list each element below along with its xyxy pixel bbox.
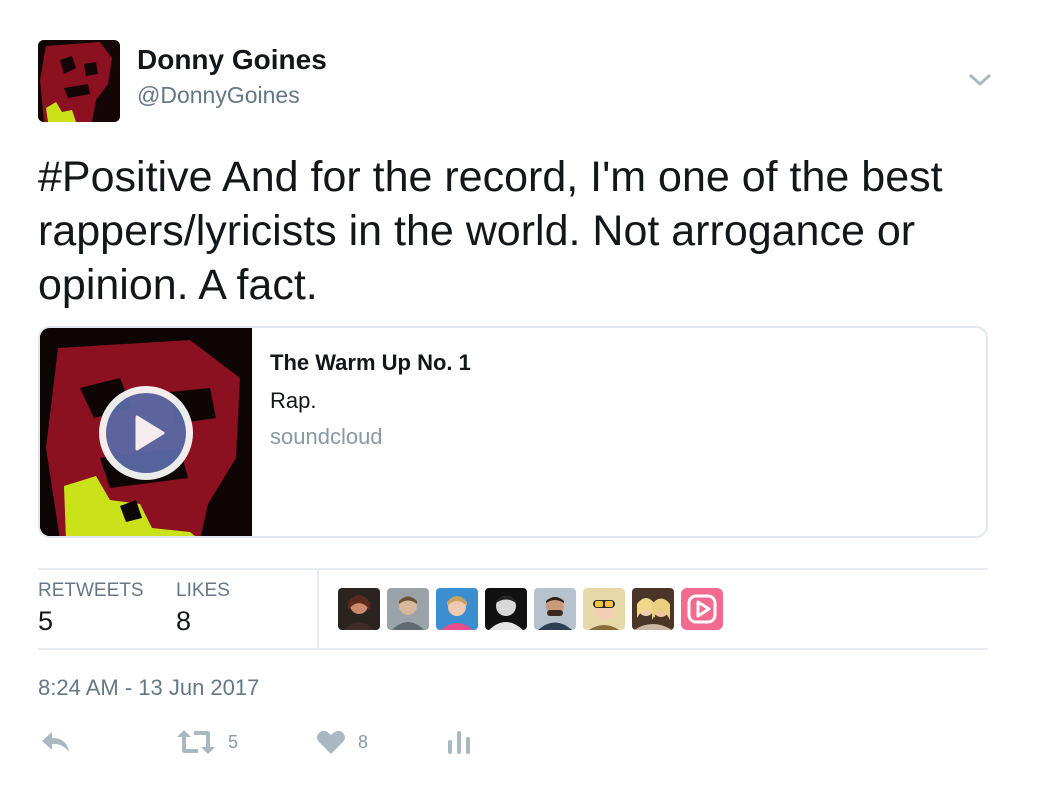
author-name[interactable]: Donny Goines xyxy=(137,44,327,76)
analytics-action[interactable] xyxy=(446,728,472,756)
retweets-label[interactable]: RETWEETS xyxy=(38,580,144,602)
card-title[interactable]: The Warm Up No. 1 xyxy=(270,350,471,376)
liker-avatar[interactable] xyxy=(436,588,478,630)
liker-avatar[interactable] xyxy=(485,588,527,630)
play-icon xyxy=(135,415,165,451)
likes-label[interactable]: LIKES xyxy=(176,580,230,602)
retweets-count[interactable]: 5 xyxy=(38,606,53,637)
stats-separator xyxy=(317,570,319,648)
card-description: Rap. xyxy=(270,388,317,413)
author-avatar[interactable] xyxy=(38,40,120,122)
likes-count[interactable]: 8 xyxy=(176,606,191,637)
liker-avatar[interactable] xyxy=(632,588,674,630)
avatar-image xyxy=(38,40,120,122)
author-handle[interactable]: @DonnyGoines xyxy=(137,82,300,109)
play-button[interactable] xyxy=(99,386,193,480)
like-action-count: 8 xyxy=(358,731,369,752)
heart-icon xyxy=(317,730,345,754)
stats-bottom-divider xyxy=(38,648,988,650)
liker-avatar[interactable] xyxy=(583,588,625,630)
card-domain: soundcloud xyxy=(270,424,383,449)
link-card[interactable]: The Warm Up No. 1 Rap. soundcloud xyxy=(38,326,988,538)
liker-avatar[interactable] xyxy=(338,588,380,630)
tweet-timestamp[interactable]: 8:24 AM - 13 Jun 2017 xyxy=(38,675,259,701)
analytics-icon xyxy=(448,731,470,754)
retweet-action[interactable]: 5 xyxy=(176,728,238,756)
liker-avatars xyxy=(338,588,723,630)
card-thumbnail[interactable] xyxy=(40,328,252,536)
reply-icon xyxy=(42,732,69,752)
retweet-icon xyxy=(177,730,215,754)
tweet-text: #Positive And for the record, I'm one of… xyxy=(38,153,943,309)
stats-top-divider xyxy=(38,568,988,570)
liker-avatar[interactable] xyxy=(387,588,429,630)
retweet-action-count: 5 xyxy=(228,731,239,752)
chevron-down-icon[interactable] xyxy=(966,68,994,92)
liker-avatar[interactable] xyxy=(681,588,723,630)
like-action[interactable]: 8 xyxy=(316,728,368,756)
reply-action[interactable] xyxy=(40,728,72,756)
liker-avatar[interactable] xyxy=(534,588,576,630)
